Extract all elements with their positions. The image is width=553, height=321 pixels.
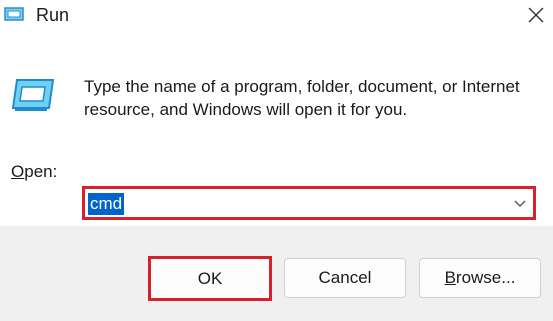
open-label-accesskey: O	[11, 162, 25, 181]
open-input[interactable]: cmd	[88, 193, 125, 215]
cancel-button[interactable]: Cancel	[284, 258, 406, 298]
close-button[interactable]	[519, 0, 553, 32]
dialog-body: Type the name of a program, folder, docu…	[0, 36, 553, 226]
browse-accesskey: B	[444, 268, 456, 287]
run-icon	[4, 7, 24, 21]
open-combobox[interactable]: cmd	[82, 186, 536, 220]
window-title: Run	[36, 5, 70, 25]
open-label: Open:	[11, 162, 57, 182]
close-icon	[528, 7, 544, 23]
description-text: Type the name of a program, folder, docu…	[84, 77, 520, 119]
ok-button[interactable]: OK	[148, 256, 272, 301]
open-label-rest: pen:	[24, 162, 58, 181]
cancel-button-label: Cancel	[318, 268, 372, 287]
chevron-down-icon[interactable]	[513, 198, 527, 208]
browse-button[interactable]: Browse...	[419, 258, 541, 298]
run-dialog-icon	[11, 79, 55, 111]
title-bar: Run	[0, 0, 553, 36]
browse-button-label: rowse...	[455, 268, 516, 287]
ok-button-label: OK	[197, 268, 223, 288]
